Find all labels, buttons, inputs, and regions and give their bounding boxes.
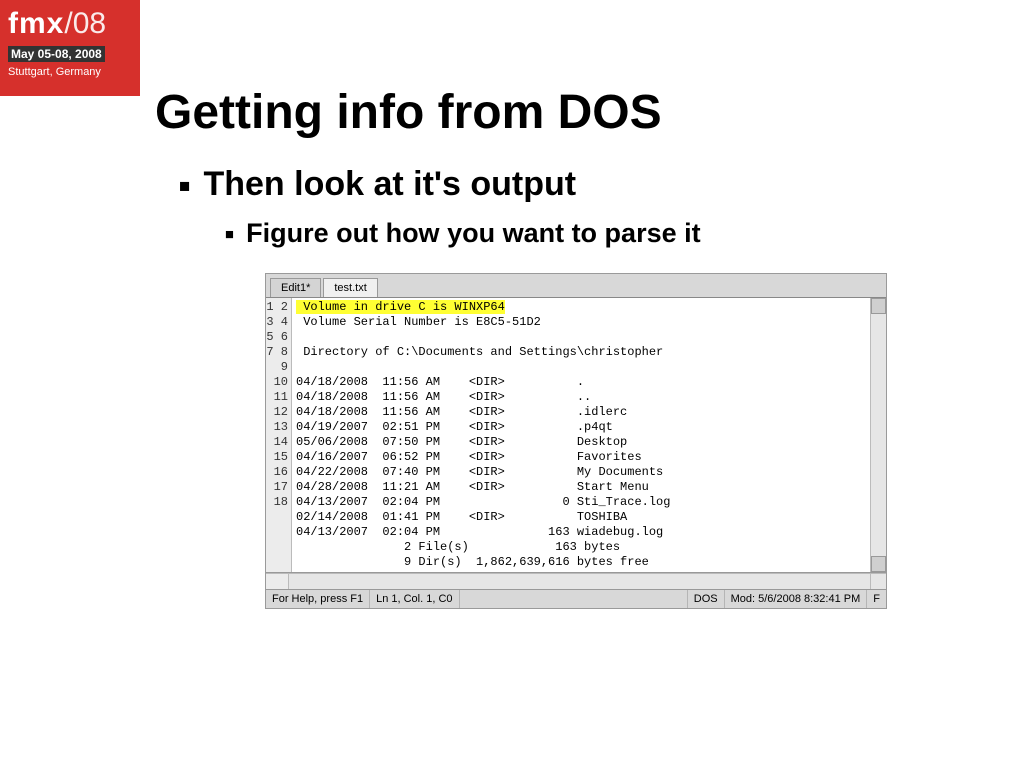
brand-year: /08 [64,7,106,40]
code-text[interactable]: Volume in drive C is WINXP64 Volume Seri… [292,298,870,572]
brand-name: fmx [8,7,64,40]
status-encoding: DOS [688,590,725,608]
highlighted-line: Volume in drive C is WINXP64 [296,300,505,314]
editor-window: Edit1* test.txt 1 2 3 4 5 6 7 8 9 10 11 … [265,273,887,609]
tab-test-txt[interactable]: test.txt [323,278,377,297]
conference-logo: fmx/08 May 05-08, 2008 Stuttgart, German… [0,0,140,90]
status-bar: For Help, press F1 Ln 1, Col. 1, C0 DOS … [266,589,886,608]
status-modified: Mod: 5/6/2008 8:32:41 PM [725,590,868,608]
slide-title: Getting info from DOS [155,85,1004,140]
status-spacer [460,590,688,608]
vertical-scrollbar[interactable] [870,298,886,572]
status-flag: F [867,590,886,608]
code-area: 1 2 3 4 5 6 7 8 9 10 11 12 13 14 15 16 1… [266,298,886,573]
horizontal-scrollbar[interactable] [266,573,886,589]
logo-divider [0,90,140,96]
bullet-level-2: Figure out how you want to parse it [225,218,1004,249]
status-position: Ln 1, Col. 1, C0 [370,590,459,608]
slide-content: Getting info from DOS Then look at it's … [155,85,1004,609]
line-gutter: 1 2 3 4 5 6 7 8 9 10 11 12 13 14 15 16 1… [266,298,292,572]
hsb-track[interactable] [289,574,870,589]
hsb-spacer [266,574,289,589]
bullet-level-1: Then look at it's output [179,165,1004,204]
code-body: Volume Serial Number is E8C5-51D2 Direct… [296,315,670,569]
conference-dates: May 05-08, 2008 [8,46,105,62]
conference-location: Stuttgart, Germany [8,66,132,79]
tab-bar: Edit1* test.txt [266,274,886,298]
tab-edit1[interactable]: Edit1* [270,278,321,297]
status-help: For Help, press F1 [266,590,370,608]
hsb-corner [870,574,886,589]
